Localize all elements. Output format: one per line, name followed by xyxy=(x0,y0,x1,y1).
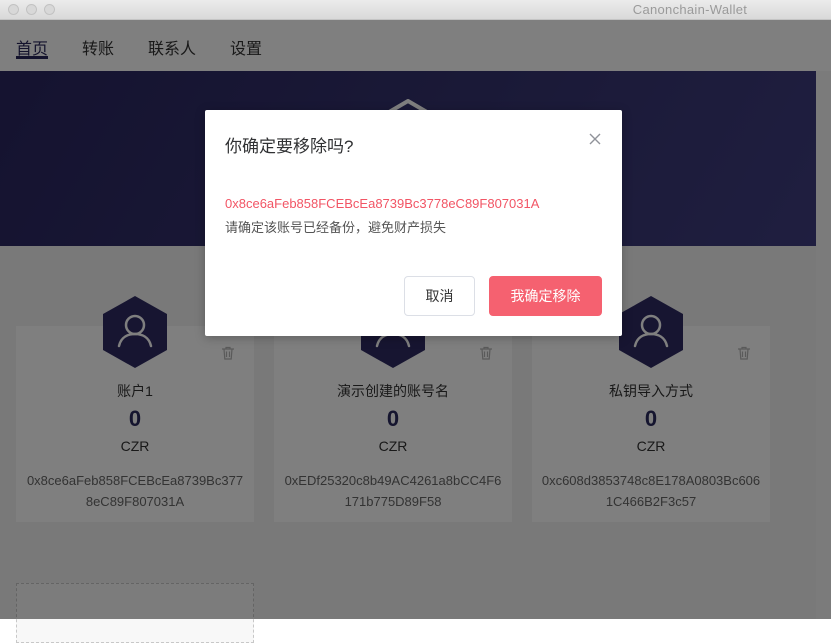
dialog-title: 你确定要移除吗? xyxy=(225,137,354,156)
remove-account-dialog: 你确定要移除吗? 0x8ce6aFeb858FCEBcEa8739Bc3778e… xyxy=(205,110,622,336)
confirm-remove-button[interactable]: 我确定移除 xyxy=(489,276,602,316)
close-window-button[interactable] xyxy=(8,4,19,15)
window-title: Canonchain-Wallet xyxy=(632,2,748,17)
cancel-button[interactable]: 取消 xyxy=(404,276,475,316)
dialog-warning-message: 请确定该账号已经备份，避免财产损失 xyxy=(225,220,447,235)
window-titlebar: Canonchain-Wallet xyxy=(0,0,831,20)
dialog-account-address: 0x8ce6aFeb858FCEBcEa8739Bc3778eC89F80703… xyxy=(225,196,540,211)
minimize-window-button[interactable] xyxy=(26,4,37,15)
close-icon[interactable] xyxy=(588,132,602,146)
maximize-window-button[interactable] xyxy=(44,4,55,15)
